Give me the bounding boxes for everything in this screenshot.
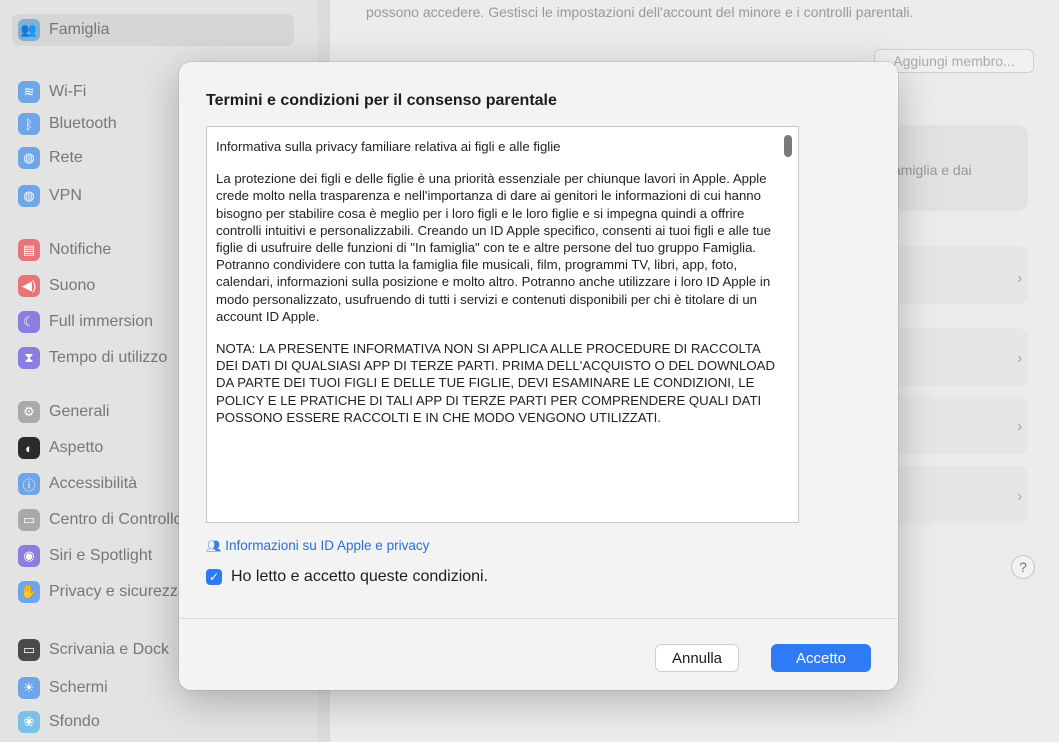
sidebar-item-label: Centro di Controllo (49, 511, 183, 528)
sidebar-item-label: Privacy e sicurezza (49, 583, 187, 600)
info-panel-text: amiglia e dai (893, 162, 972, 178)
desktop-dock-icon: ▭ (18, 639, 40, 661)
sidebar-item-scrivania-e-dock[interactable]: ▭ Scrivania e Dock (18, 634, 169, 666)
sidebar-item-wi-fi[interactable]: ≋ Wi-Fi (18, 76, 86, 108)
help-button[interactable]: ? (1011, 555, 1035, 579)
sidebar-item-label: Schermi (49, 679, 108, 696)
wallpaper-icon: ❀ (18, 711, 40, 733)
agree-label: Ho letto e accetto queste condizioni. (231, 568, 489, 585)
sidebar-item-label: Full immersion (49, 313, 154, 330)
sidebar-item-aspetto[interactable]: ◐ Aspetto (18, 432, 103, 464)
chevron-right-icon: › (1017, 488, 1023, 505)
add-member-button[interactable]: Aggiungi membro... (874, 49, 1034, 73)
focus-icon: ☾ (18, 311, 40, 333)
chevron-right-icon: › (1017, 418, 1023, 435)
bluetooth-icon: ᛒ (18, 113, 40, 135)
siri-icon: ◉ (18, 545, 40, 567)
sound-icon: ◀) (18, 275, 40, 297)
sidebar-item-label: Wi-Fi (49, 83, 87, 100)
sidebar-item-accessibilit[interactable]: ⓘ Accessibilità (18, 468, 137, 500)
family-description-text: possono accedere. Gestisci le impostazio… (366, 4, 914, 20)
dialog-footer-divider (179, 618, 898, 619)
vpn-icon: ◍ (18, 185, 40, 207)
dialog-title: Termini e condizioni per il consenso par… (206, 92, 557, 109)
accessibility-icon: ⓘ (18, 473, 40, 495)
scrollbar-thumb[interactable] (784, 135, 792, 157)
terms-paragraph: La protezione dei figli e delle figlie è… (216, 171, 771, 324)
general-icon: ⚙ (18, 401, 40, 423)
cancel-button[interactable]: Annulla (655, 644, 739, 672)
sidebar-item-label: Suono (49, 277, 96, 294)
sidebar-item-rete[interactable]: ◍ Rete (18, 142, 83, 174)
sidebar-item-full-immersion[interactable]: ☾ Full immersion (18, 306, 153, 338)
family-icon: 👥 (18, 19, 40, 41)
parental-consent-dialog: Termini e condizioni per il consenso par… (179, 62, 898, 690)
sidebar-item-label: Sfondo (49, 713, 100, 730)
sidebar-item-label: Famiglia (49, 21, 110, 38)
sidebar-item-label: Notifiche (49, 241, 112, 258)
sidebar-item-label: Siri e Spotlight (49, 547, 153, 564)
chevron-right-icon: › (1017, 270, 1023, 287)
sidebar-item-centro-di-controllo[interactable]: ▭ Centro di Controllo (18, 504, 182, 536)
sidebar-item-tempo-di-utilizzo[interactable]: ⧗ Tempo di utilizzo (18, 342, 167, 374)
screen-time-icon: ⧗ (18, 347, 40, 369)
sidebar-item-label: Bluetooth (49, 115, 117, 132)
sidebar-item-privacy-e-sicurezza[interactable]: ✋ Privacy e sicurezza (18, 576, 187, 608)
terms-text-area[interactable]: Informativa sulla privacy familiare rela… (206, 126, 799, 523)
chevron-right-icon: › (1017, 350, 1023, 367)
accept-button[interactable]: Accetto (771, 644, 871, 672)
wifi-icon: ≋ (18, 81, 40, 103)
terms-heading: Informativa sulla privacy familiare rela… (216, 139, 561, 154)
sidebar-item-vpn[interactable]: ◍ VPN (18, 180, 82, 212)
sidebar-item-label: VPN (49, 187, 82, 204)
sidebar-item-generali[interactable]: ⚙ Generali (18, 396, 109, 428)
sidebar-item-sfondo[interactable]: ❀ Sfondo (18, 706, 100, 738)
sidebar-item-label: Scrivania e Dock (49, 641, 170, 658)
notifications-icon: ▤ (18, 239, 40, 261)
privacy-link-label: Informazioni su ID Apple e privacy (225, 538, 430, 553)
sidebar-item-siri-e-spotlight[interactable]: ◉ Siri e Spotlight (18, 540, 152, 572)
sidebar-item-bluetooth[interactable]: ᛒ Bluetooth (18, 108, 117, 140)
sidebar-item-label: Aspetto (49, 439, 104, 456)
sidebar-item-schermi[interactable]: ☀ Schermi (18, 672, 108, 704)
sidebar-item-famiglia[interactable]: 👥 Famiglia (12, 14, 294, 46)
sidebar-item-label: Tempo di utilizzo (49, 349, 168, 366)
terms-notice-paragraph: NOTA: LA PRESENTE INFORMATIVA NON SI APP… (216, 341, 775, 425)
people-icon: 👥︎ (206, 538, 222, 553)
sidebar-item-label: Accessibilità (49, 475, 138, 492)
sidebar-item-notifiche[interactable]: ▤ Notifiche (18, 234, 111, 266)
agree-checkbox[interactable]: ✓ (206, 569, 222, 585)
control-center-icon: ▭ (18, 509, 40, 531)
agree-row[interactable]: ✓ Ho letto e accetto queste condizioni. (206, 568, 488, 586)
sidebar-item-label: Rete (49, 149, 83, 166)
terms-content: Informativa sulla privacy familiare rela… (216, 138, 784, 441)
appearance-icon: ◐ (18, 437, 40, 459)
displays-icon: ☀ (18, 677, 40, 699)
apple-id-privacy-link[interactable]: 👥︎ Informazioni su ID Apple e privacy (206, 538, 429, 553)
network-icon: ◍ (18, 147, 40, 169)
sidebar-item-suono[interactable]: ◀) Suono (18, 270, 95, 302)
privacy-icon: ✋ (18, 581, 40, 603)
sidebar-item-label: Generali (49, 403, 110, 420)
